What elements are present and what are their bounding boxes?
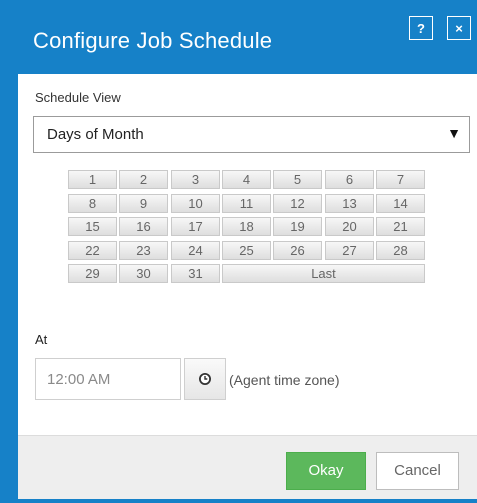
schedule-view-label: Schedule View [35, 90, 121, 105]
day-14-button[interactable]: 14 [376, 194, 425, 213]
day-13-button[interactable]: 13 [325, 194, 374, 213]
close-button[interactable]: × [447, 16, 471, 40]
day-26-button[interactable]: 26 [273, 241, 322, 260]
day-10-button[interactable]: 10 [171, 194, 220, 213]
day-24-button[interactable]: 24 [171, 241, 220, 260]
day-29-button[interactable]: 29 [68, 264, 117, 283]
day-23-button[interactable]: 23 [119, 241, 168, 260]
day-18-button[interactable]: 18 [222, 217, 271, 236]
day-25-button[interactable]: 25 [222, 241, 271, 260]
day-8-button[interactable]: 8 [68, 194, 117, 213]
schedule-view-select[interactable]: Days of Month ▼ [33, 116, 470, 153]
days-of-month-grid: 1 2 3 4 5 6 7 8 9 10 11 12 13 14 15 16 17 18 19 20 21 22 23 24 2… [68, 170, 426, 316]
time-input[interactable] [35, 358, 181, 400]
timezone-note: (Agent time zone) [229, 372, 340, 388]
day-27-button[interactable]: 27 [325, 241, 374, 260]
day-28-button[interactable]: 28 [376, 241, 425, 260]
day-31-button[interactable]: 31 [171, 264, 220, 283]
dropdown-arrow-icon: ▼ [447, 125, 461, 141]
day-15-button[interactable]: 15 [68, 217, 117, 236]
day-6-button[interactable]: 6 [325, 170, 374, 189]
at-label: At [35, 332, 48, 347]
day-4-button[interactable]: 4 [222, 170, 271, 189]
day-2-button[interactable]: 2 [119, 170, 168, 189]
configure-job-schedule-dialog: Configure Job Schedule ? × Schedule View… [0, 0, 477, 503]
okay-button[interactable]: Okay [286, 452, 366, 490]
day-22-button[interactable]: 22 [68, 241, 117, 260]
day-20-button[interactable]: 20 [325, 217, 374, 236]
dialog-titlebar: Configure Job Schedule ? × [0, 0, 477, 78]
clock-icon [199, 373, 211, 385]
day-9-button[interactable]: 9 [119, 194, 168, 213]
day-5-button[interactable]: 5 [273, 170, 322, 189]
time-picker-button[interactable] [184, 358, 226, 400]
day-12-button[interactable]: 12 [273, 194, 322, 213]
day-1-button[interactable]: 1 [68, 170, 117, 189]
day-last-button[interactable]: Last [222, 264, 425, 283]
dialog-content: Schedule View Days of Month ▼ 1234567891… [18, 74, 477, 435]
day-17-button[interactable]: 17 [171, 217, 220, 236]
schedule-view-selected-value: Days of Month [47, 126, 144, 143]
dialog-footer: Okay Cancel [18, 435, 477, 499]
dialog-title: Configure Job Schedule [33, 28, 273, 53]
day-19-button[interactable]: 19 [273, 217, 322, 236]
day-16-button[interactable]: 16 [119, 217, 168, 236]
day-11-button[interactable]: 11 [222, 194, 271, 213]
day-3-button[interactable]: 3 [171, 170, 220, 189]
help-button[interactable]: ? [409, 16, 433, 40]
day-7-button[interactable]: 7 [376, 170, 425, 189]
day-21-button[interactable]: 21 [376, 217, 425, 236]
cancel-button[interactable]: Cancel [376, 452, 459, 490]
day-30-button[interactable]: 30 [119, 264, 168, 283]
